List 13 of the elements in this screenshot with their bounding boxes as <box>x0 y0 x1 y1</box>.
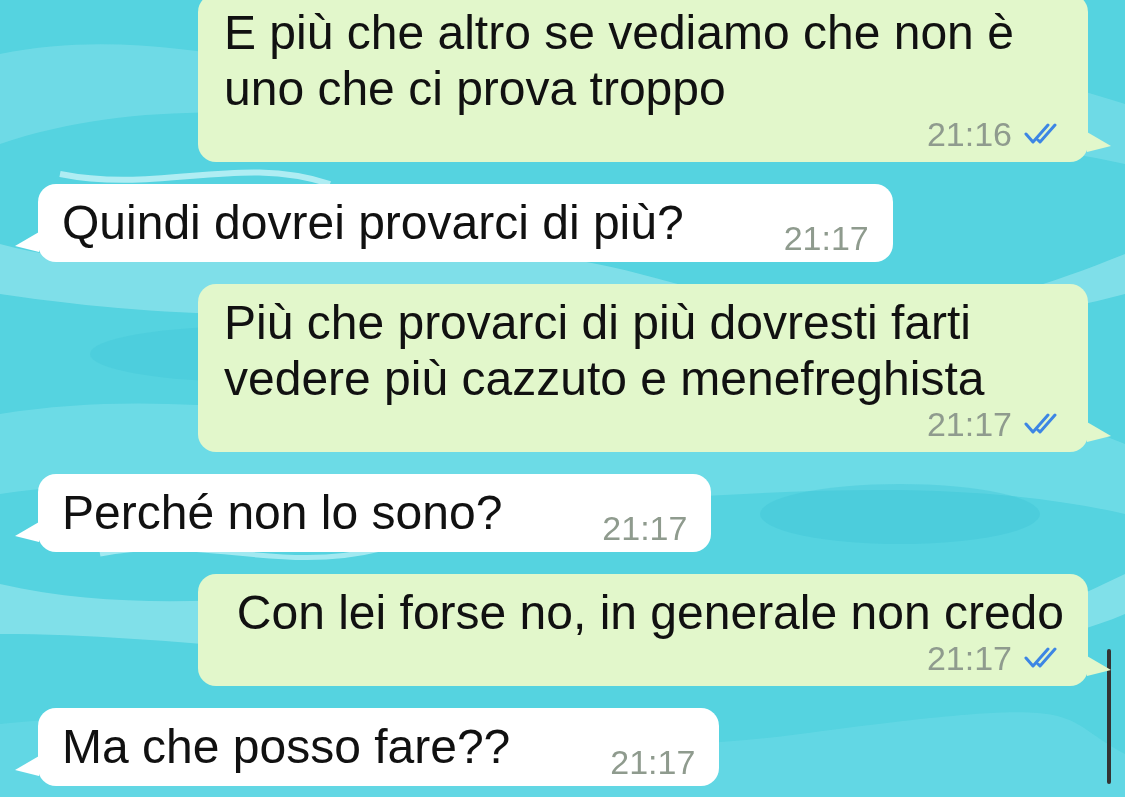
message-text: Ma che posso fare?? <box>62 719 511 775</box>
message-text: E più che altro se vediamo che non è uno che ci prova troppo <box>224 5 1015 117</box>
message-time: 21:17 <box>926 641 1012 675</box>
message-text: Con lei forse no, in generale non credo <box>236 585 1064 641</box>
message-time: 21:17 <box>610 745 696 779</box>
message-time: 21:17 <box>783 221 869 255</box>
scrollbar[interactable] <box>1107 649 1111 784</box>
message-time: 21:16 <box>926 117 1012 151</box>
message-text: Perché non lo sono? <box>62 485 503 541</box>
message-text: Più che provarci di più dovresti farti vedere più cazzuto e menefreghista <box>224 295 986 407</box>
message-time: 21:17 <box>602 511 688 545</box>
message-text: Quindi dovrei provarci di più? <box>62 195 684 251</box>
message-time: 21:17 <box>926 407 1012 441</box>
